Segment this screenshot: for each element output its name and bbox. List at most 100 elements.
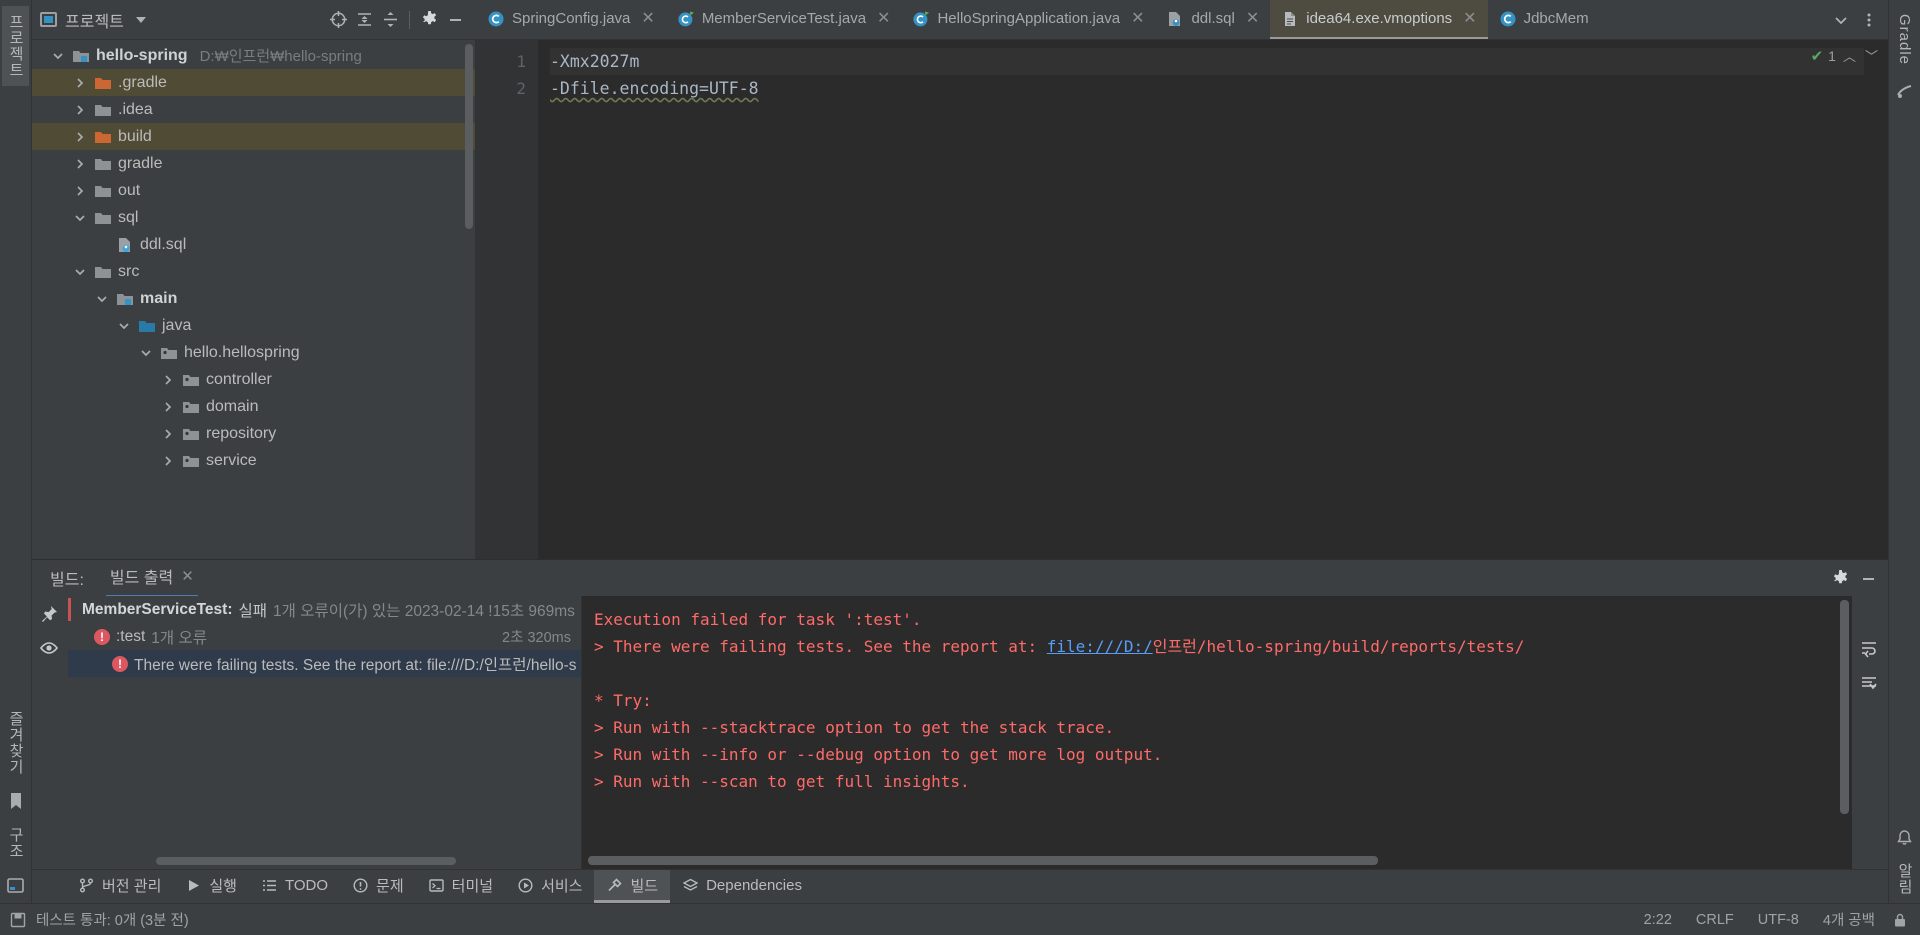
target-icon[interactable] xyxy=(325,7,351,33)
editor-tab-ddlsql[interactable]: ddl.sql ✕ xyxy=(1155,0,1270,39)
tree-item-hello-hellospring[interactable]: hello.hellospring xyxy=(32,339,475,366)
tree-item-domain[interactable]: domain xyxy=(32,393,475,420)
gear-icon[interactable] xyxy=(416,7,442,33)
chevron-right-icon[interactable] xyxy=(160,453,176,469)
code-line[interactable]: -Dfile.encoding=UTF-8 xyxy=(550,75,1864,102)
tree-item-sql[interactable]: sql xyxy=(32,204,475,231)
collapse-all-icon[interactable] xyxy=(351,7,377,33)
code-content[interactable]: -Xmx2027m -Dfile.encoding=UTF-8 xyxy=(538,40,1864,559)
chevron-up-icon[interactable]: ︿ xyxy=(1841,46,1858,65)
rail-tab-favorites[interactable]: 즐겨찾기 xyxy=(2,703,29,783)
bottom-tab---[interactable]: 문제 xyxy=(340,870,416,903)
status-line-separator[interactable]: CRLF xyxy=(1689,912,1741,928)
pin-icon[interactable] xyxy=(39,604,61,626)
console-horizontal-scrollbar[interactable] xyxy=(588,856,1378,865)
gear-icon[interactable] xyxy=(1826,564,1854,592)
build-tree-row-message[interactable]: ! There were failing tests. See the repo… xyxy=(68,650,581,677)
tree-item-out[interactable]: out xyxy=(32,177,475,204)
expand-all-icon[interactable] xyxy=(377,7,403,33)
tree-item-service[interactable]: service xyxy=(32,447,475,474)
tree-item-controller[interactable]: controller xyxy=(32,366,475,393)
bottom-tab-todo[interactable]: TODO xyxy=(249,870,340,903)
build-console-output[interactable]: Execution failed for task ':test'. > Ther… xyxy=(582,596,1852,869)
chevron-right-icon[interactable] xyxy=(72,75,88,91)
bottom-tab-dependencies[interactable]: Dependencies xyxy=(670,870,814,903)
chevron-down-icon[interactable] xyxy=(94,291,110,307)
chevron-down-icon[interactable]: ﹀ xyxy=(1863,46,1880,65)
code-editor[interactable]: 1 2 -Xmx2027m -Dfile.encoding=UTF-8 ✔ 1 … xyxy=(476,40,1888,559)
minimize-icon[interactable] xyxy=(1854,564,1882,592)
bottom-tab----[interactable]: 터미널 xyxy=(416,870,505,903)
bookmark-icon[interactable] xyxy=(6,791,26,811)
save-icon[interactable] xyxy=(10,912,26,928)
code-line[interactable]: -Xmx2027m xyxy=(550,48,1864,75)
soft-wrap-icon[interactable] xyxy=(1859,638,1881,660)
eye-icon[interactable] xyxy=(39,638,61,660)
editor-tab-memberservicetest[interactable]: MemberServiceTest.java ✕ xyxy=(666,0,902,39)
rail-tab-structure[interactable]: 구조 xyxy=(2,819,29,867)
bottom-tab------[interactable]: 버전 관리 xyxy=(66,870,173,903)
build-tree-horizontal-scrollbar[interactable] xyxy=(156,857,456,865)
build-results-tree[interactable]: MemberServiceTest: 실패 1개 오류이(가) 있는 2023-… xyxy=(68,596,582,869)
chevron-down-icon[interactable] xyxy=(72,264,88,280)
inspection-widget[interactable]: ✔ 1 ︿ ﹀ xyxy=(1811,46,1880,65)
editor-tab-vmoptions[interactable]: idea64.exe.vmoptions ✕ xyxy=(1270,0,1488,39)
tree-item-java[interactable]: java xyxy=(32,312,475,339)
lock-icon[interactable] xyxy=(1892,912,1908,928)
status-caret-position[interactable]: 2:22 xyxy=(1637,912,1679,928)
tree-item-gradle[interactable]: gradle xyxy=(32,150,475,177)
bottom-tab---[interactable]: 실행 xyxy=(173,870,249,903)
status-indent[interactable]: 4개 공백 xyxy=(1816,909,1882,930)
scroll-to-end-icon[interactable] xyxy=(1859,674,1881,696)
chevron-right-icon[interactable] xyxy=(160,426,176,442)
tree-item-repository[interactable]: repository xyxy=(32,420,475,447)
status-encoding[interactable]: UTF-8 xyxy=(1751,912,1806,928)
tree-item-main[interactable]: main xyxy=(32,285,475,312)
editor-marker-gutter[interactable] xyxy=(1864,40,1888,559)
console-link[interactable]: file:///D:/ xyxy=(1047,637,1153,656)
tree-item-hello-spring[interactable]: hello-spring D:₩인프런₩hello-spring xyxy=(32,42,475,69)
chevron-down-icon[interactable] xyxy=(1828,5,1854,35)
project-tree-scrollbar[interactable] xyxy=(465,44,473,229)
close-icon[interactable]: ✕ xyxy=(1463,10,1476,27)
chevron-down-icon[interactable] xyxy=(135,16,146,23)
chevron-down-icon[interactable] xyxy=(50,48,66,64)
rail-tab-project[interactable]: 프로젝트 xyxy=(2,6,29,86)
chevron-right-icon[interactable] xyxy=(160,372,176,388)
chevron-down-icon[interactable] xyxy=(138,345,154,361)
editor-tab-springconfig[interactable]: SpringConfig.java ✕ xyxy=(476,0,666,39)
chevron-right-icon[interactable] xyxy=(72,156,88,172)
chevron-right-icon[interactable] xyxy=(72,102,88,118)
chevron-right-icon[interactable] xyxy=(160,399,176,415)
chevron-down-icon[interactable] xyxy=(116,318,132,334)
gradle-icon[interactable] xyxy=(1895,81,1915,101)
project-tree[interactable]: hello-spring D:₩인프런₩hello-spring .gradle .i… xyxy=(32,40,475,559)
build-tree-row-test[interactable]: ! :test 1개 오류 2초 320ms xyxy=(68,623,581,650)
console-vertical-scrollbar[interactable] xyxy=(1840,600,1849,814)
bottom-tab----[interactable]: 서비스 xyxy=(505,870,594,903)
notifications-icon[interactable] xyxy=(1895,827,1915,847)
tree-item-build[interactable]: build xyxy=(32,123,475,150)
tree-item-src[interactable]: src xyxy=(32,258,475,285)
rail-tab-notifications[interactable]: 알림 xyxy=(1891,855,1918,903)
close-icon[interactable]: ✕ xyxy=(181,567,194,585)
tree-item--gradle[interactable]: .gradle xyxy=(32,69,475,96)
tree-item--idea[interactable]: .idea xyxy=(32,96,475,123)
close-icon[interactable]: ✕ xyxy=(1246,10,1259,27)
editor-tab-jdbcmem[interactable]: JdbcMem xyxy=(1488,0,1600,39)
chevron-down-icon[interactable] xyxy=(72,210,88,226)
close-icon[interactable]: ✕ xyxy=(1131,10,1144,27)
build-tree-row-root[interactable]: MemberServiceTest: 실패 1개 오류이(가) 있는 2023-… xyxy=(68,596,581,623)
chevron-right-icon[interactable] xyxy=(72,183,88,199)
rail-tab-gradle[interactable]: Gradle xyxy=(1893,6,1916,73)
close-icon[interactable]: ✕ xyxy=(641,10,654,27)
terminal-icon[interactable] xyxy=(6,875,26,895)
minimize-icon[interactable] xyxy=(442,7,468,33)
bottom-tab---[interactable]: 빌드 xyxy=(594,870,671,903)
close-icon[interactable]: ✕ xyxy=(877,10,890,27)
chevron-right-icon[interactable] xyxy=(72,129,88,145)
build-output-tab[interactable]: 빌드 출력 ✕ xyxy=(105,558,198,598)
tree-item-ddl-sql[interactable]: ddl.sql xyxy=(32,231,475,258)
more-vertical-icon[interactable] xyxy=(1856,5,1882,35)
editor-tab-hellospringapplication[interactable]: HelloSpringApplication.java ✕ xyxy=(901,0,1155,39)
